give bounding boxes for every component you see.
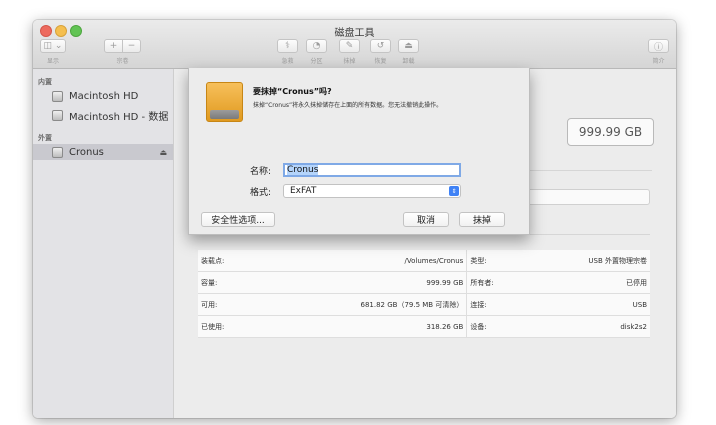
info-key: 容量: bbox=[198, 271, 255, 294]
restore-icon: ↺ bbox=[376, 41, 385, 51]
dialog-message: 抹掉“Cronus”将永久抹掉储存在上面的所有数据。您无法撤销此操作。 bbox=[253, 102, 443, 109]
info-value: USB 外置物理宗卷 bbox=[524, 250, 650, 272]
external-drive-icon bbox=[206, 82, 243, 122]
divider bbox=[510, 170, 652, 171]
pie-icon: ◔ bbox=[312, 41, 321, 51]
chevron-updown-icon: ⇕ bbox=[449, 186, 459, 196]
minus-icon: − bbox=[127, 41, 136, 51]
info-button[interactable]: ⓘ bbox=[648, 39, 669, 53]
cancel-button[interactable]: 取消 bbox=[403, 212, 449, 227]
name-field-value: Cronus bbox=[287, 165, 319, 175]
info-key: 装载点: bbox=[198, 250, 255, 272]
disk-icon bbox=[52, 90, 63, 102]
info-value: disk2s2 bbox=[524, 315, 650, 338]
info-value: 318.26 GB bbox=[254, 315, 468, 338]
usage-bar bbox=[510, 189, 650, 205]
sidebar-item-label: Cronus bbox=[69, 146, 104, 158]
restore-button[interactable]: ↺ bbox=[370, 39, 391, 53]
info-key: 所有者: bbox=[466, 271, 525, 294]
info-value: 681.82 GB（79.5 MB 可清除） bbox=[254, 293, 468, 316]
sidebar-section-internal: 内置 bbox=[38, 78, 52, 86]
eject-icon[interactable]: ⏏ bbox=[159, 148, 167, 157]
sidebar-item-label: Macintosh HD - 数据 bbox=[69, 111, 169, 123]
first-aid-label: 急救 bbox=[281, 58, 294, 65]
sidebar-section-external: 外置 bbox=[38, 134, 52, 142]
sidebar-item-cronus[interactable]: Cronus ⏏ bbox=[33, 144, 173, 160]
sidebar-item-label: Macintosh HD bbox=[69, 90, 139, 102]
table-row: 装载点: /Volumes/Cronus 类型: USB 外置物理宗卷 bbox=[198, 250, 650, 272]
info-label: 简介 bbox=[652, 58, 665, 65]
info-key: 已使用: bbox=[198, 315, 255, 338]
plus-icon: + bbox=[109, 41, 118, 51]
add-volume-button[interactable]: + bbox=[104, 39, 123, 53]
info-value: USB bbox=[524, 293, 650, 316]
disk-icon bbox=[52, 146, 63, 158]
table-row: 已使用: 318.26 GB 设备: disk2s2 bbox=[198, 315, 650, 338]
format-label: 格式: bbox=[250, 188, 272, 198]
stethoscope-icon: ⚕ bbox=[285, 41, 290, 51]
info-icon: ⓘ bbox=[653, 42, 663, 53]
disk-utility-window: 磁盘工具 ◫ ⌄ 显示 + − 宗卷 ⚕ 急救 ◔ 分区 ✎ 抹掉 ↺ 恢复 ⏏ bbox=[33, 20, 676, 418]
info-key: 可用: bbox=[198, 293, 255, 316]
disk-icon bbox=[52, 109, 63, 121]
info-value: /Volumes/Cronus bbox=[254, 250, 468, 272]
window-title: 磁盘工具 bbox=[334, 28, 375, 39]
view-button[interactable]: ◫ ⌄ bbox=[40, 39, 66, 53]
security-options-button[interactable]: 安全性选项... bbox=[201, 212, 275, 227]
erase-button[interactable]: ✎ bbox=[339, 39, 360, 53]
eject-icon: ⏏ bbox=[404, 41, 413, 51]
sidebar: 内置 Macintosh HD Macintosh HD - 数据 外置 Cro… bbox=[33, 69, 174, 418]
unmount-button[interactable]: ⏏ bbox=[398, 39, 419, 53]
remove-volume-button[interactable]: − bbox=[122, 39, 141, 53]
view-label: 显示 bbox=[46, 58, 59, 65]
table-row: 可用: 681.82 GB（79.5 MB 可清除） 连接: USB bbox=[198, 293, 650, 316]
info-key: 设备: bbox=[466, 315, 525, 338]
erase-label: 抹掉 bbox=[343, 58, 356, 65]
erase-icon: ✎ bbox=[345, 41, 354, 51]
name-label: 名称: bbox=[250, 167, 272, 177]
format-select-value: ExFAT bbox=[290, 186, 317, 196]
first-aid-button[interactable]: ⚕ bbox=[277, 39, 298, 53]
sidebar-icon: ◫ ⌄ bbox=[43, 41, 63, 51]
info-key: 连接: bbox=[466, 293, 525, 316]
name-field[interactable]: Cronus bbox=[283, 163, 461, 177]
sidebar-item-macintosh-hd[interactable]: Macintosh HD bbox=[33, 88, 173, 104]
info-value: 已停用 bbox=[524, 271, 650, 294]
restore-label: 恢复 bbox=[374, 58, 387, 65]
partition-label: 分区 bbox=[310, 58, 323, 65]
erase-dialog: 要抹掉“Cronus”吗? 抹掉“Cronus”将永久抹掉储存在上面的所有数据。… bbox=[188, 68, 530, 235]
unmount-label: 卸载 bbox=[402, 58, 415, 65]
info-key: 类型: bbox=[466, 250, 525, 272]
erase-confirm-button[interactable]: 抹掉 bbox=[459, 212, 505, 227]
info-value: 999.99 GB bbox=[254, 271, 468, 294]
dialog-title: 要抹掉“Cronus”吗? bbox=[253, 87, 332, 96]
volume-label: 宗卷 bbox=[116, 58, 129, 65]
table-row: 容量: 999.99 GB 所有者: 已停用 bbox=[198, 271, 650, 294]
titlebar: 磁盘工具 ◫ ⌄ 显示 + − 宗卷 ⚕ 急救 ◔ 分区 ✎ 抹掉 ↺ 恢复 ⏏ bbox=[33, 20, 676, 69]
sidebar-item-macintosh-hd-data[interactable]: Macintosh HD - 数据 bbox=[33, 107, 173, 123]
format-select[interactable]: ExFAT ⇕ bbox=[283, 184, 461, 198]
partition-button[interactable]: ◔ bbox=[306, 39, 327, 53]
capacity-badge: 999.99 GB bbox=[567, 118, 654, 146]
info-table: 装载点: /Volumes/Cronus 类型: USB 外置物理宗卷 容量: … bbox=[198, 250, 650, 338]
